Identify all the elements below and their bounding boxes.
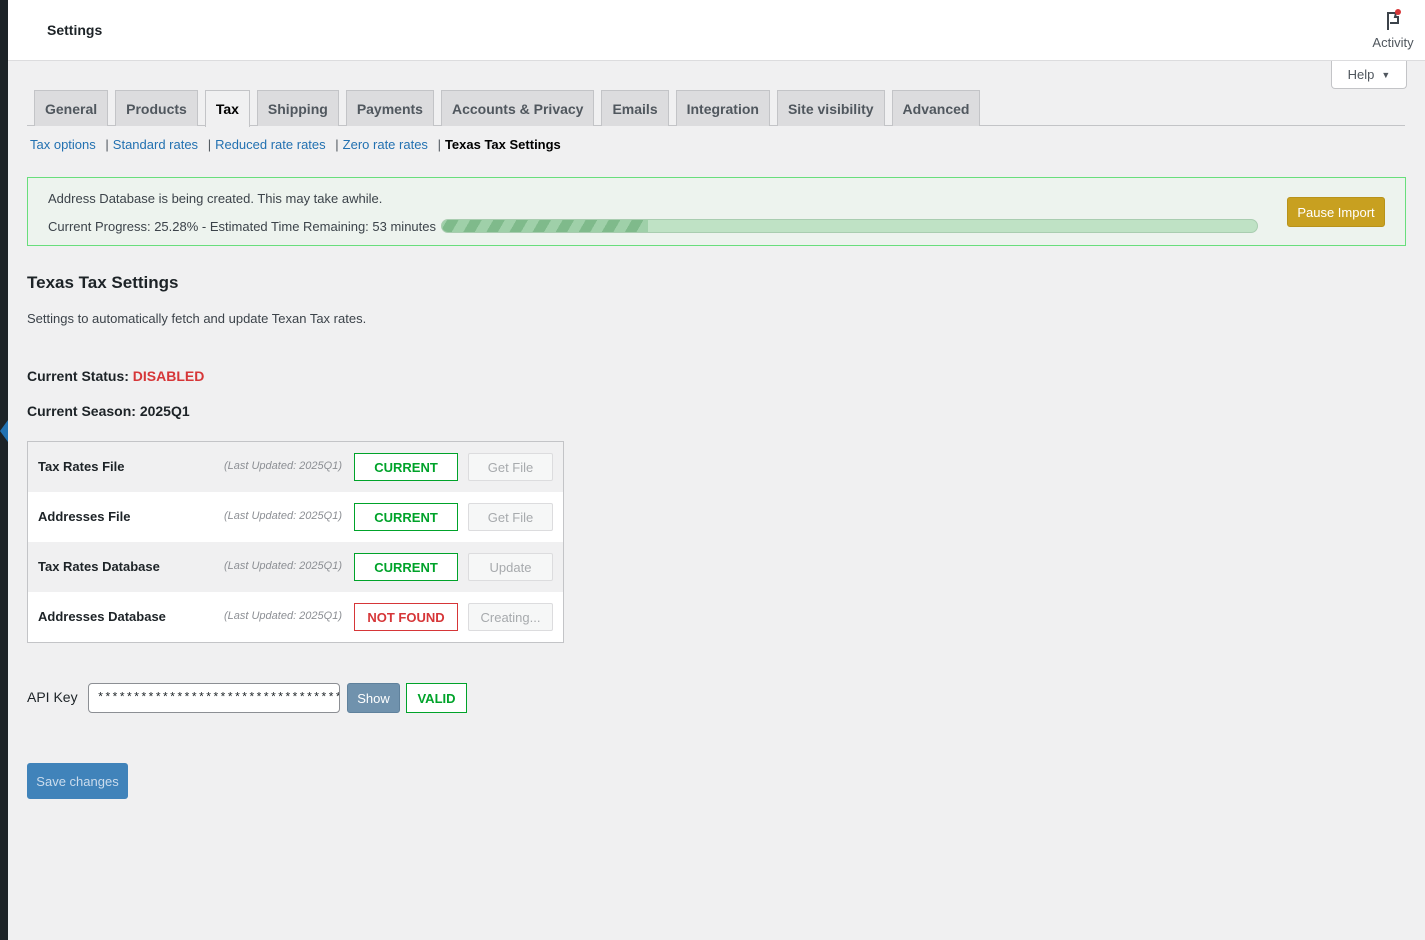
save-changes-button[interactable]: Save changes: [27, 763, 128, 799]
season-value: 2025Q1: [139, 403, 190, 419]
row-last-updated: (Last Updated: 2025Q1): [223, 560, 342, 572]
status-badge: CURRENT: [354, 503, 458, 531]
tab-accounts-privacy[interactable]: Accounts & Privacy: [440, 90, 595, 126]
row-name: Tax Rates File: [38, 459, 125, 474]
separator: |: [207, 137, 212, 152]
link-tax-options[interactable]: Tax options: [30, 137, 96, 152]
files-table: Tax Rates File (Last Updated: 2025Q1) CU…: [27, 441, 564, 643]
table-row: Addresses File (Last Updated: 2025Q1) CU…: [28, 492, 563, 542]
status-badge: CURRENT: [354, 553, 458, 581]
link-standard-rates[interactable]: Standard rates: [113, 137, 198, 152]
import-progress-bar: [441, 219, 1258, 233]
progress-text: Current Progress: 25.28% - Estimated Tim…: [48, 219, 437, 234]
show-api-key-button[interactable]: Show: [347, 683, 400, 713]
creating-button[interactable]: Creating...: [468, 603, 553, 631]
admin-sidebar-edge: [0, 0, 8, 940]
flag-icon: [1383, 8, 1403, 32]
link-reduced-rate-rates[interactable]: Reduced rate rates: [215, 137, 326, 152]
api-key-label: API Key: [27, 689, 78, 705]
caret-down-icon: ▼: [1381, 69, 1391, 80]
link-zero-rate-rates[interactable]: Zero rate rates: [343, 137, 428, 152]
activity-button[interactable]: Activity: [1363, 8, 1423, 50]
header-bar: Settings Activity: [8, 0, 1425, 61]
status-badge: CURRENT: [354, 453, 458, 481]
tab-general[interactable]: General: [34, 90, 109, 126]
current-status: Current Status: DISABLED: [27, 368, 204, 384]
notice-message: Address Database is being created. This …: [48, 191, 383, 206]
api-key-input[interactable]: ****************************************: [88, 683, 340, 713]
settings-tabs: General Products Tax Shipping Payments A…: [34, 90, 987, 127]
tab-site-visibility[interactable]: Site visibility: [776, 90, 885, 126]
tab-tax[interactable]: Tax: [204, 90, 250, 127]
menu-collapse-caret-icon: [0, 420, 8, 442]
page-header-title: Settings: [47, 22, 103, 38]
tax-section-links: Tax options | Standard rates | Reduced rat…: [30, 137, 561, 152]
tab-emails[interactable]: Emails: [601, 90, 669, 126]
activity-label: Activity: [1372, 35, 1414, 50]
table-row: Tax Rates File (Last Updated: 2025Q1) CU…: [28, 442, 563, 492]
table-row: Addresses Database (Last Updated: 2025Q1…: [28, 592, 563, 642]
tab-products[interactable]: Products: [115, 90, 198, 126]
separator: |: [105, 137, 109, 152]
status-value: DISABLED: [132, 368, 205, 384]
help-button[interactable]: Help ▼: [1331, 61, 1407, 89]
link-texas-tax-settings[interactable]: Texas Tax Settings: [445, 137, 561, 152]
row-last-updated: (Last Updated: 2025Q1): [223, 610, 342, 622]
get-file-button[interactable]: Get File: [468, 503, 553, 531]
pause-import-button[interactable]: Pause Import: [1287, 197, 1385, 227]
section-title: Texas Tax Settings: [27, 273, 179, 292]
table-row: Tax Rates Database (Last Updated: 2025Q1…: [28, 542, 563, 592]
status-badge: NOT FOUND: [354, 603, 458, 631]
current-season: Current Season: 2025Q1: [27, 403, 190, 419]
row-name: Tax Rates Database: [38, 559, 160, 574]
help-label: Help: [1347, 67, 1375, 82]
import-notice: Address Database is being created. This …: [27, 177, 1406, 246]
separator: |: [335, 137, 339, 152]
row-last-updated: (Last Updated: 2025Q1): [223, 460, 342, 472]
tab-advanced[interactable]: Advanced: [891, 90, 981, 126]
import-progress-fill: [442, 220, 649, 232]
section-description: Settings to automatically fetch and upda…: [27, 311, 367, 326]
get-file-button[interactable]: Get File: [468, 453, 553, 481]
row-name: Addresses Database: [38, 609, 166, 624]
update-button[interactable]: Update: [468, 553, 553, 581]
api-key-valid-badge: VALID: [406, 683, 467, 713]
status-label: Current Status:: [27, 368, 129, 384]
tab-shipping[interactable]: Shipping: [256, 90, 339, 126]
tab-integration[interactable]: Integration: [675, 90, 770, 126]
separator: |: [437, 137, 441, 152]
row-last-updated: (Last Updated: 2025Q1): [223, 510, 342, 522]
season-label: Current Season:: [27, 403, 136, 419]
tab-payments[interactable]: Payments: [345, 90, 434, 126]
row-name: Addresses File: [38, 509, 131, 524]
